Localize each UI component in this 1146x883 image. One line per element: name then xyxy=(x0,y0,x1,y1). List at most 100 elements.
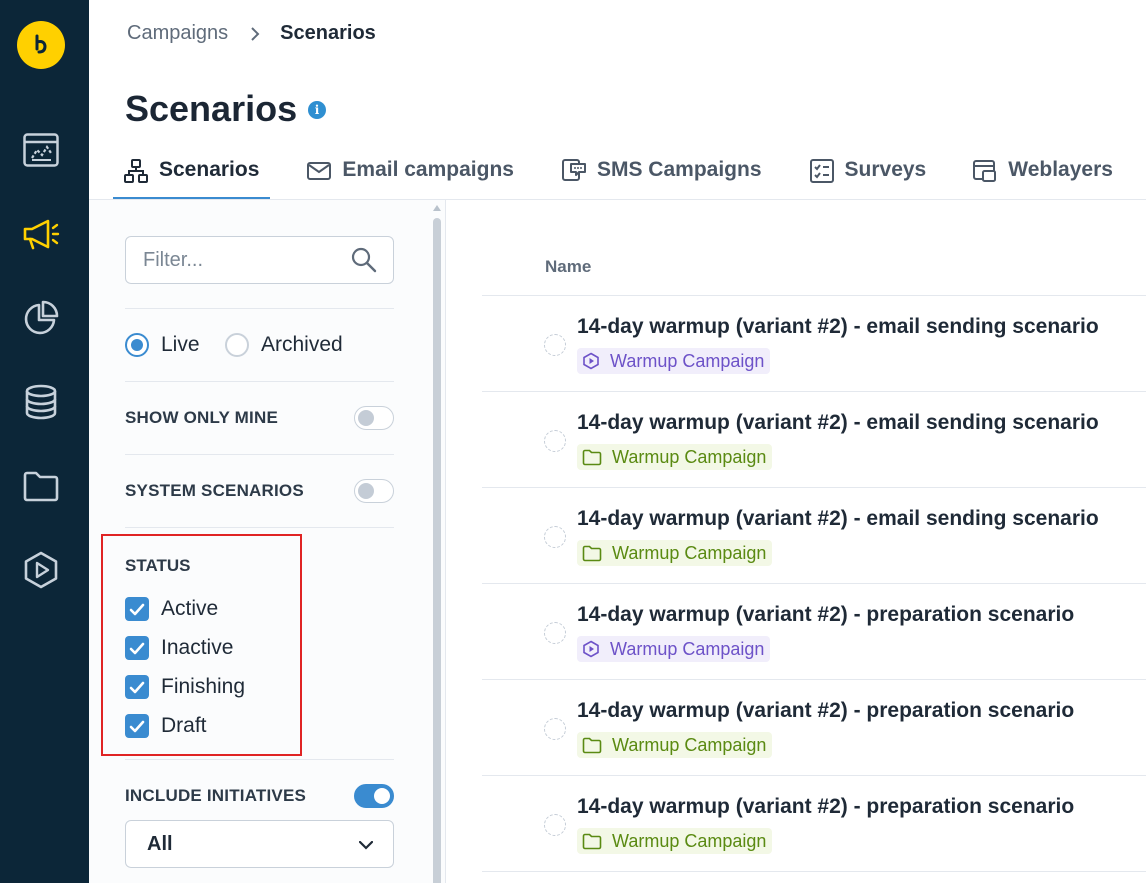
tab-bar: Scenarios Email campaigns SMS Campaigns … xyxy=(113,150,1113,200)
table-row[interactable]: 14-day warmup (variant #2) - preparation… xyxy=(482,680,1146,776)
scenario-title[interactable]: 14-day warmup (variant #2) - email sendi… xyxy=(577,507,1099,531)
table-row[interactable]: 14-day warmup (variant #2) - email sendi… xyxy=(482,488,1146,584)
checkbox-label: Finishing xyxy=(161,675,246,698)
checkbox-checked-icon[interactable] xyxy=(125,714,149,738)
radio-label: Archived xyxy=(261,333,343,356)
tab-label: Weblayers xyxy=(1008,158,1113,181)
tab-surveys[interactable]: Surveys xyxy=(809,150,927,200)
scenario-title[interactable]: 14-day warmup (variant #2) - email sendi… xyxy=(577,411,1099,435)
logo[interactable] xyxy=(17,21,65,69)
envelope-icon xyxy=(306,158,332,184)
tab-email-campaigns[interactable]: Email campaigns xyxy=(306,150,514,200)
row-select-radio[interactable] xyxy=(544,334,566,356)
panel-scrollbar[interactable] xyxy=(432,205,442,883)
row-select-radio[interactable] xyxy=(544,430,566,452)
weblayer-icon xyxy=(972,158,998,184)
database-icon[interactable] xyxy=(22,383,60,421)
scenario-title[interactable]: 14-day warmup (variant #2) - preparation… xyxy=(577,603,1074,627)
tab-scenarios[interactable]: Scenarios xyxy=(113,150,271,200)
radio-button[interactable] xyxy=(125,333,149,357)
column-header-name[interactable]: Name xyxy=(545,257,591,277)
folder-icon xyxy=(582,833,602,849)
scenario-tree-icon xyxy=(123,158,149,184)
checkbox-label: Inactive xyxy=(161,636,234,659)
table-row[interactable]: 14-day warmup (variant #2) - preparation… xyxy=(482,584,1146,680)
scenario-title[interactable]: 14-day warmup (variant #2) - preparation… xyxy=(577,699,1074,723)
status-inactive-checkbox[interactable]: Inactive xyxy=(125,636,233,660)
include-initiatives-row: INCLUDE INITIATIVES xyxy=(125,784,394,808)
checkbox-checked-icon[interactable] xyxy=(125,597,149,621)
table-row[interactable]: 14-day warmup (variant #2) - preparation… xyxy=(482,776,1146,872)
checklist-icon xyxy=(809,158,835,184)
tag-label: Warmup Campaign xyxy=(612,830,767,851)
show-only-mine-row: SHOW ONLY MINE xyxy=(125,406,394,430)
campaign-tag[interactable]: Warmup Campaign xyxy=(577,540,773,566)
breadcrumb-campaigns-link[interactable]: Campaigns xyxy=(127,22,228,45)
campaign-tag[interactable]: Warmup Campaign xyxy=(577,444,773,470)
tab-label: Scenarios xyxy=(159,158,260,181)
row-select-radio[interactable] xyxy=(544,622,566,644)
toggle-label: SYSTEM SCENARIOS xyxy=(125,481,304,500)
toggle-knob xyxy=(358,410,374,426)
tab-label: Surveys xyxy=(844,158,927,181)
table-row[interactable]: 14-day warmup (variant #2) - email sendi… xyxy=(482,296,1146,392)
table-row[interactable]: 14-day warmup (variant #2) - email sendi… xyxy=(482,392,1146,488)
campaign-tag[interactable]: Warmup Campaign xyxy=(577,828,773,854)
include-initiatives-toggle[interactable] xyxy=(354,784,394,808)
divider xyxy=(125,454,394,455)
dashboard-icon[interactable] xyxy=(22,131,60,169)
toggle-knob xyxy=(358,483,374,499)
scroll-thumb[interactable] xyxy=(433,218,441,883)
scenario-title[interactable]: 14-day warmup (variant #2) - email sendi… xyxy=(577,315,1099,339)
row-select-radio[interactable] xyxy=(544,526,566,548)
campaign-tag[interactable]: Warmup Campaign xyxy=(577,732,773,758)
megaphone-icon[interactable] xyxy=(22,215,60,253)
radio-button[interactable] xyxy=(225,333,249,357)
row-select-radio[interactable] xyxy=(544,814,566,836)
show-only-mine-toggle[interactable] xyxy=(354,406,394,430)
tag-label: Warmup Campaign xyxy=(612,542,767,563)
scenario-title[interactable]: 14-day warmup (variant #2) - preparation… xyxy=(577,795,1074,819)
tab-label: SMS Campaigns xyxy=(596,158,762,181)
chevron-right-icon xyxy=(250,26,260,41)
folder-icon[interactable] xyxy=(22,467,60,505)
nav-rail xyxy=(0,0,89,883)
page-title: Scenarios xyxy=(125,88,298,129)
radio-archived[interactable]: Archived xyxy=(225,333,343,357)
checkbox-checked-icon[interactable] xyxy=(125,636,149,660)
status-finishing-checkbox[interactable]: Finishing xyxy=(125,675,245,699)
tag-label: Warmup Campaign xyxy=(610,638,765,659)
checkbox-label: Active xyxy=(161,597,219,620)
bloomreach-logo-icon xyxy=(35,34,47,54)
status-active-checkbox[interactable]: Active xyxy=(125,597,218,621)
chevron-down-icon xyxy=(358,833,374,856)
folder-icon xyxy=(582,545,602,561)
breadcrumb-current: Scenarios xyxy=(280,22,376,44)
info-icon[interactable]: i xyxy=(308,101,326,119)
campaign-tag[interactable]: Warmup Campaign xyxy=(577,636,771,662)
tag-label: Warmup Campaign xyxy=(612,446,767,467)
pie-chart-icon[interactable] xyxy=(22,299,60,337)
play-hexagon-icon xyxy=(583,640,599,658)
status-draft-checkbox[interactable]: Draft xyxy=(125,714,207,738)
row-select-radio[interactable] xyxy=(544,718,566,740)
divider xyxy=(125,308,394,309)
tab-sms-campaigns[interactable]: SMS Campaigns xyxy=(561,150,762,200)
radio-live[interactable]: Live xyxy=(125,333,200,357)
select-value: All xyxy=(147,832,173,855)
toggle-knob xyxy=(374,788,390,804)
sms-icon xyxy=(561,158,587,184)
folder-icon xyxy=(582,737,602,753)
divider xyxy=(125,759,394,760)
scroll-up-arrow-icon[interactable] xyxy=(433,205,441,211)
checkbox-checked-icon[interactable] xyxy=(125,675,149,699)
play-hexagon-icon[interactable] xyxy=(22,551,60,589)
system-scenarios-toggle[interactable] xyxy=(354,479,394,503)
app: Campaigns Scenarios Scenarios i Scenario… xyxy=(0,0,1146,883)
search-icon[interactable] xyxy=(350,246,378,274)
campaign-tag[interactable]: Warmup Campaign xyxy=(577,348,771,374)
tag-label: Warmup Campaign xyxy=(612,734,767,755)
folder-icon xyxy=(582,449,602,465)
initiative-select[interactable]: All xyxy=(125,820,394,868)
tab-weblayers[interactable]: Weblayers xyxy=(972,150,1113,200)
